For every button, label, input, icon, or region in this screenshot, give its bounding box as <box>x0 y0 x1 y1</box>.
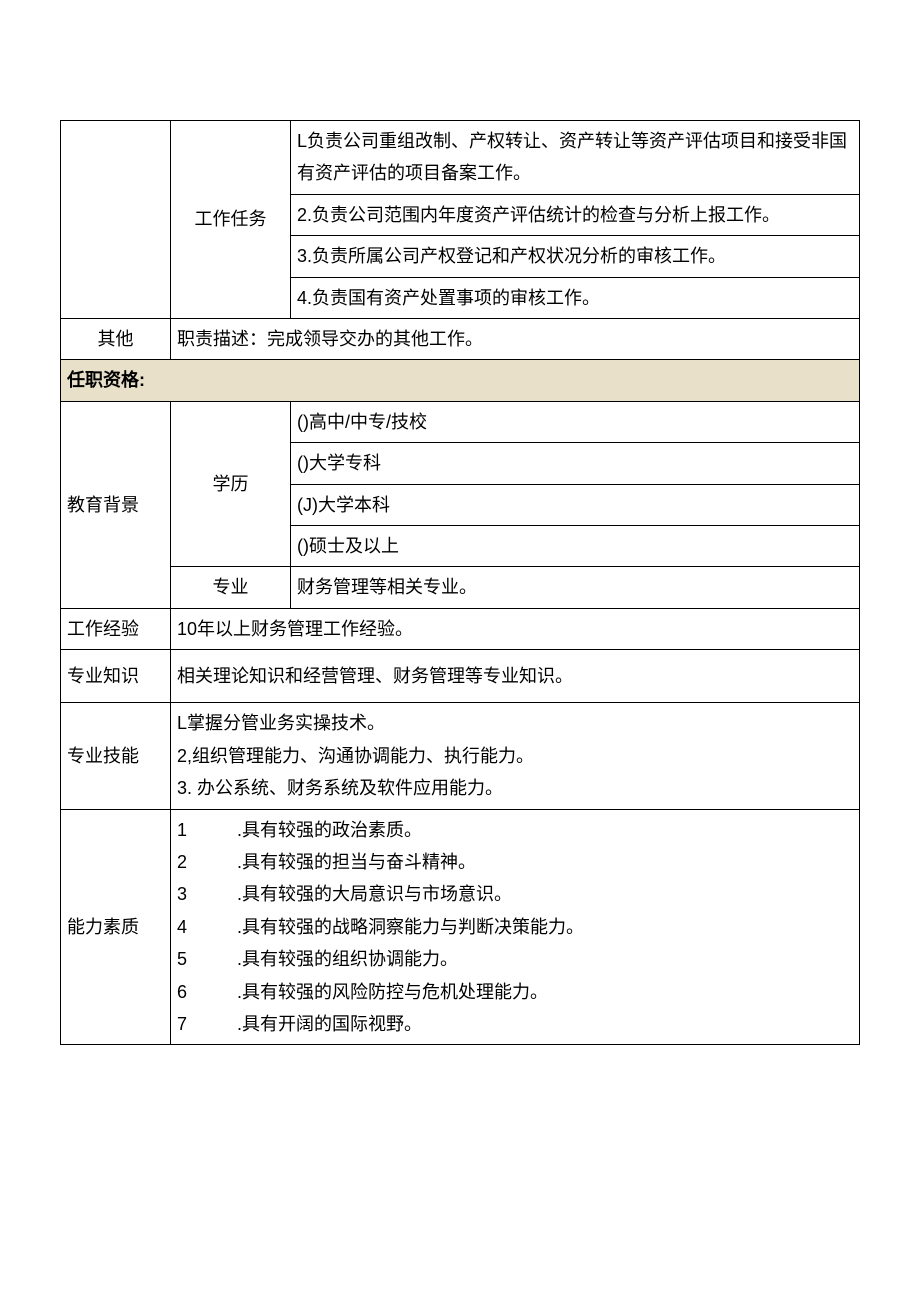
ability-text: .具有较强的政治素质。 <box>237 820 422 840</box>
education-label: 教育背景 <box>61 401 171 608</box>
table-row: 专业知识 相关理论知识和经营管理、财务管理等专业知识。 <box>61 650 860 703</box>
table-row: 能力素质 1.具有较强的政治素质。 2.具有较强的担当与奋斗精神。 3.具有较强… <box>61 809 860 1045</box>
task-item: L负责公司重组改制、产权转让、资产转让等资产评估项目和接受非国有资产评估的项目备… <box>291 121 860 195</box>
cell-blank <box>61 121 171 319</box>
ability-num: 6 <box>177 976 237 1008</box>
table-row: 其他 职责描述：完成领导交办的其他工作。 <box>61 318 860 359</box>
major-text: 财务管理等相关专业。 <box>291 567 860 608</box>
table-row: 教育背景 学历 ()高中/中专/技校 <box>61 401 860 442</box>
ability-num: 5 <box>177 943 237 975</box>
ability-item: 1.具有较强的政治素质。 <box>177 814 853 846</box>
ability-num: 1 <box>177 814 237 846</box>
task-item: 2.负责公司范围内年度资产评估统计的检查与分析上报工作。 <box>291 194 860 235</box>
task-item: 4.负责国有资产处置事项的审核工作。 <box>291 277 860 318</box>
skills-cell: L掌握分管业务实操技术。 2,组织管理能力、沟通协调能力、执行能力。 3. 办公… <box>171 703 860 809</box>
qualifications-header: 任职资格: <box>61 360 860 401</box>
tasks-label: 工作任务 <box>171 121 291 319</box>
ability-num: 4 <box>177 911 237 943</box>
knowledge-text: 相关理论知识和经营管理、财务管理等专业知识。 <box>171 650 860 703</box>
table-row: 专业 财务管理等相关专业。 <box>61 567 860 608</box>
degree-option: ()硕士及以上 <box>291 525 860 566</box>
ability-text: .具有较强的风险防控与危机处理能力。 <box>237 982 548 1002</box>
skills-label: 专业技能 <box>61 703 171 809</box>
ability-text: .具有较强的组织协调能力。 <box>237 949 458 969</box>
ability-item: 6.具有较强的风险防控与危机处理能力。 <box>177 976 853 1008</box>
table-row: 工作经验 10年以上财务管理工作经验。 <box>61 608 860 649</box>
ability-item: 4.具有较强的战略洞察能力与判断决策能力。 <box>177 911 853 943</box>
ability-item: 2.具有较强的担当与奋斗精神。 <box>177 846 853 878</box>
knowledge-label: 专业知识 <box>61 650 171 703</box>
ability-text: .具有较强的担当与奋斗精神。 <box>237 852 476 872</box>
ability-item: 7.具有开阔的国际视野。 <box>177 1008 853 1040</box>
skill-item: 2,组织管理能力、沟通协调能力、执行能力。 <box>177 740 853 772</box>
job-spec-table: 工作任务 L负责公司重组改制、产权转让、资产转让等资产评估项目和接受非国有资产评… <box>60 120 860 1045</box>
task-item: 3.负责所属公司产权登记和产权状况分析的审核工作。 <box>291 236 860 277</box>
major-label: 专业 <box>171 567 291 608</box>
skill-item: L掌握分管业务实操技术。 <box>177 707 853 739</box>
degree-option: ()高中/中专/技校 <box>291 401 860 442</box>
ability-item: 3.具有较强的大局意识与市场意识。 <box>177 878 853 910</box>
table-row: 专业技能 L掌握分管业务实操技术。 2,组织管理能力、沟通协调能力、执行能力。 … <box>61 703 860 809</box>
other-text: 职责描述：完成领导交办的其他工作。 <box>171 318 860 359</box>
degree-option: ()大学专科 <box>291 443 860 484</box>
table-row: 工作任务 L负责公司重组改制、产权转让、资产转让等资产评估项目和接受非国有资产评… <box>61 121 860 195</box>
ability-text: .具有较强的大局意识与市场意识。 <box>237 884 512 904</box>
abilities-cell: 1.具有较强的政治素质。 2.具有较强的担当与奋斗精神。 3.具有较强的大局意识… <box>171 809 860 1045</box>
ability-text: .具有开阔的国际视野。 <box>237 1014 422 1034</box>
ability-num: 2 <box>177 846 237 878</box>
abilities-label: 能力素质 <box>61 809 171 1045</box>
experience-text: 10年以上财务管理工作经验。 <box>171 608 860 649</box>
ability-text: .具有较强的战略洞察能力与判断决策能力。 <box>237 917 584 937</box>
experience-label: 工作经验 <box>61 608 171 649</box>
ability-item: 5.具有较强的组织协调能力。 <box>177 943 853 975</box>
ability-num: 7 <box>177 1008 237 1040</box>
degree-label: 学历 <box>171 401 291 567</box>
other-label: 其他 <box>61 318 171 359</box>
ability-num: 3 <box>177 878 237 910</box>
section-header-row: 任职资格: <box>61 360 860 401</box>
degree-option: (J)大学本科 <box>291 484 860 525</box>
skill-item: 3. 办公系统、财务系统及软件应用能力。 <box>177 772 853 804</box>
